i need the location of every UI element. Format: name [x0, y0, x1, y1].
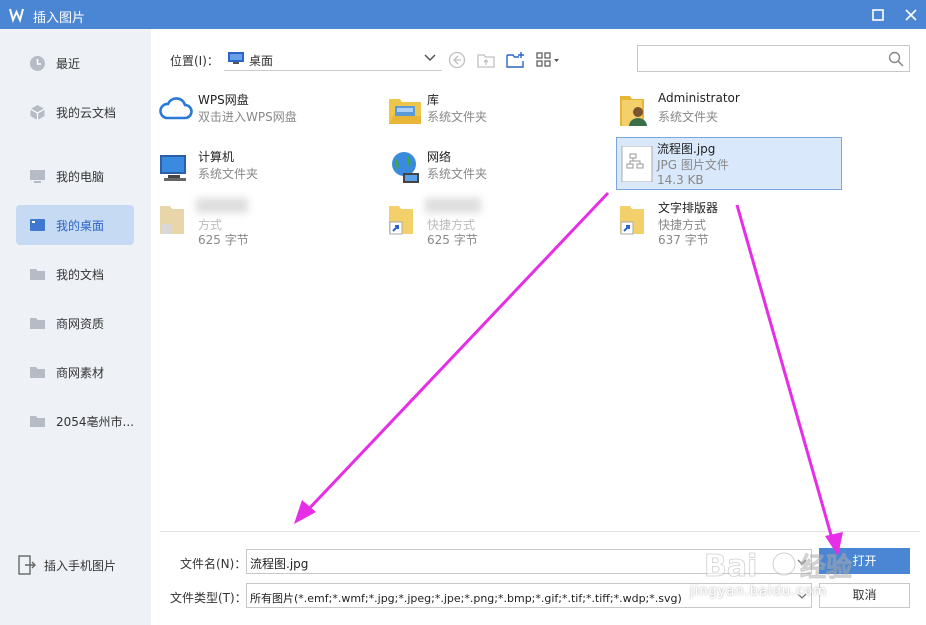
file-name: 文字排版器	[658, 201, 719, 215]
location-select[interactable]: 桌面	[224, 47, 442, 71]
file-size: 14.3 KB	[657, 173, 704, 187]
maximize-icon[interactable]	[867, 4, 889, 26]
filename-value: 流程图.jpg	[250, 557, 309, 571]
sidebar-item-my-desktop[interactable]: 我的桌面	[16, 205, 134, 245]
file-name: 计算机	[198, 150, 235, 164]
shortcut-folder-icon	[620, 206, 644, 235]
file-type: 系统文件夹	[427, 167, 488, 181]
location-label: 位置(I)：	[170, 54, 219, 68]
file-size: 625 字节	[198, 233, 249, 247]
baidu-watermark-logo: Bai 经验	[704, 549, 853, 585]
blurred-name	[196, 198, 248, 213]
sidebar-item-folder-1[interactable]: 商网资质	[16, 303, 134, 343]
view-mode-icon[interactable]	[536, 51, 562, 69]
close-icon[interactable]	[900, 4, 922, 26]
sidebar-item-label: 最近	[56, 57, 81, 71]
svg-text:经验: 经验	[800, 552, 852, 583]
divider	[160, 531, 920, 532]
file-size: 637 字节	[658, 233, 709, 247]
new-folder-icon[interactable]	[506, 51, 524, 69]
folder-icon	[30, 269, 45, 280]
cloud-icon	[159, 97, 193, 120]
insert-phone-image-label: 插入手机图片	[44, 559, 117, 573]
arrow-to-open	[735, 204, 835, 543]
sidebar-item-label: 我的电脑	[56, 170, 105, 184]
svg-text:Bai: Bai	[704, 549, 757, 584]
computer-icon	[160, 155, 186, 181]
search-input[interactable]	[642, 50, 877, 68]
file-type: JPG 图片文件	[657, 158, 729, 172]
file-item-administrator[interactable]: Administrator 系统文件夹	[618, 88, 844, 140]
location-value: 桌面	[249, 54, 274, 68]
file-name: 库	[427, 93, 440, 107]
sidebar-item-label: 我的云文档	[56, 106, 117, 120]
file-item-network[interactable]: 网络 系统文件夹	[387, 145, 613, 197]
search-box	[637, 45, 910, 72]
search-icon[interactable]	[888, 51, 904, 67]
file-name: 网络	[427, 150, 452, 164]
sidebar-item-my-computer[interactable]: 我的电脑	[16, 156, 134, 196]
shortcut-folder-icon	[389, 206, 413, 235]
filetype-value: 所有图片(*.emf;*.wmf;*.jpg;*.jpeg;*.jpe;*.pn…	[250, 592, 682, 605]
clock-icon	[30, 56, 45, 71]
monitor-icon	[30, 170, 45, 183]
sidebar-item-folder-3[interactable]: 2054亳州市...	[16, 401, 134, 441]
back-icon[interactable]	[448, 51, 466, 69]
file-item-shortcut-blurred-2[interactable]: 快捷方式 625 字节	[387, 196, 613, 248]
file-type: 双击进入WPS网盘	[198, 110, 297, 124]
filename-label: 文件名(N)：	[180, 557, 247, 571]
library-folder-icon	[389, 99, 421, 124]
blurred-name	[425, 198, 481, 213]
file-name: 流程图.jpg	[657, 142, 716, 156]
file-type: 系统文件夹	[427, 110, 488, 124]
desktop-icon	[228, 52, 244, 64]
sidebar-item-label: 我的桌面	[56, 219, 105, 233]
file-item-library[interactable]: 库 系统文件夹	[387, 88, 613, 140]
sidebar-item-label: 我的文档	[56, 268, 105, 282]
chevron-down-icon	[424, 54, 436, 62]
window-title: 插入图片	[33, 11, 86, 26]
sidebar-item-label: 商网素材	[56, 366, 105, 380]
file-type: 系统文件夹	[198, 167, 259, 181]
sidebar-item-recent[interactable]: 最近	[16, 43, 134, 83]
file-item-text-layout-shortcut[interactable]: 文字排版器 快捷方式 637 字节	[618, 196, 844, 248]
wps-logo-icon	[9, 8, 24, 23]
title-bar: 插入图片	[0, 0, 926, 29]
sidebar-item-cloud-docs[interactable]: 我的云文档	[16, 92, 134, 132]
file-item-wps-cloud[interactable]: WPS网盘 双击进入WPS网盘	[158, 88, 384, 140]
watermark-text: jingyan.baidu.com	[690, 584, 827, 599]
sidebar-item-my-documents[interactable]: 我的文档	[16, 254, 134, 294]
shortcut-folder-icon	[160, 206, 184, 234]
file-name: WPS网盘	[198, 93, 249, 107]
image-file-icon	[621, 146, 653, 182]
file-size: 625 字节	[427, 233, 478, 247]
file-item-shortcut-blurred-1[interactable]: 方式 625 字节	[158, 196, 384, 248]
sidebar-item-label: 商网资质	[56, 317, 105, 331]
arrowhead-filename	[294, 500, 316, 524]
phone-export-icon	[18, 555, 36, 575]
sidebar-item-label: 2054亳州市...	[56, 415, 134, 429]
folder-icon	[30, 318, 45, 329]
filetype-label: 文件类型(T)：	[170, 591, 247, 605]
cloud-cube-icon	[30, 105, 45, 120]
up-folder-icon[interactable]	[477, 51, 495, 69]
file-type: 系统文件夹	[658, 110, 719, 124]
file-item-flowchart-jpg[interactable]: 流程图.jpg JPG 图片文件 14.3 KB	[616, 137, 842, 190]
insert-phone-image-button[interactable]: 插入手机图片	[18, 553, 148, 577]
user-folder-icon	[620, 96, 647, 126]
file-name: Administrator	[658, 91, 740, 105]
sidebar: 最近 我的云文档 我的电脑 我的桌面 我的文档 商网资质 商网素材 2054亳州…	[0, 29, 151, 625]
sidebar-item-folder-2[interactable]: 商网素材	[16, 352, 134, 392]
desktop-icon	[30, 219, 45, 231]
file-item-computer[interactable]: 计算机 系统文件夹	[158, 145, 384, 197]
network-icon	[392, 152, 419, 183]
folder-icon	[30, 416, 45, 427]
folder-icon	[30, 367, 45, 378]
